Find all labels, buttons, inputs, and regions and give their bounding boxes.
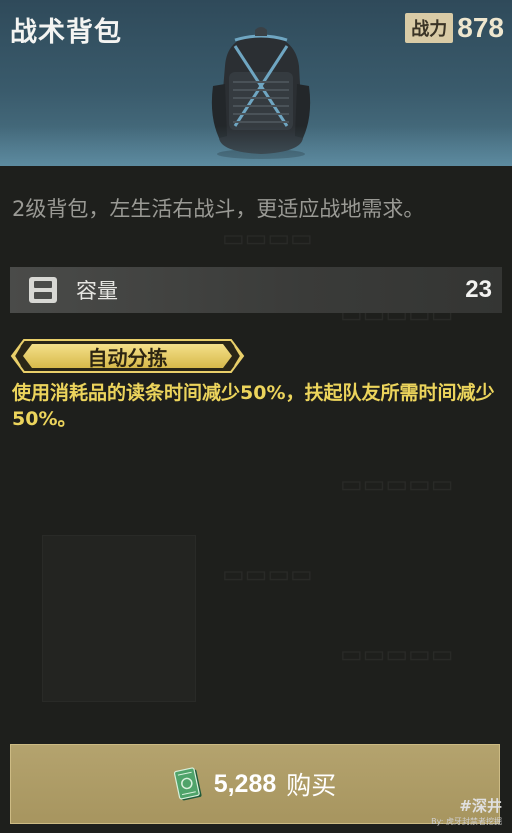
item-header: 战术背包 战力 878 (0, 0, 512, 166)
stat-value: 23 (465, 276, 492, 303)
background-list-ghost: ▭▭▭▭ (222, 225, 313, 252)
background-item-card (42, 535, 196, 702)
watermark: #深井 By: 虎牙封禁者挖掘 (431, 795, 502, 827)
watermark-logo: #深井 (459, 797, 502, 815)
feature-effect-text: 使用消耗品的读条时间减少50%，扶起队友所需时间减少50%。 (12, 382, 495, 430)
power-label: 战力 (405, 13, 454, 43)
item-description: 2级背包，左生活右战斗，更适应战地需求。 (12, 197, 425, 221)
buy-price: 5,288 (213, 769, 277, 798)
buy-label: 购买 (286, 771, 337, 800)
backpack-image (211, 27, 311, 159)
background-list-ghost: ▭▭▭▭▭ (340, 471, 454, 498)
power-rating: 战力 878 (405, 12, 504, 44)
background-list-ghost: ▭▭▭▭ (222, 561, 313, 588)
stat-label: 容量 (76, 279, 118, 303)
feature-badge: 自动分拣 (10, 338, 245, 374)
watermark-byline: By: 虎牙封禁者挖掘 (431, 817, 502, 826)
backpack-capacity-icon (29, 277, 57, 303)
feature-badge-label: 自动分拣 (87, 345, 168, 370)
power-value: 878 (457, 12, 504, 43)
item-title: 战术背包 (10, 17, 122, 48)
buy-button[interactable]: 5,288 购买 (10, 744, 500, 824)
stat-capacity-row: 容量 23 (10, 267, 502, 313)
background-list-ghost: ▭▭▭▭▭ (340, 641, 454, 668)
cash-icon (173, 767, 202, 801)
